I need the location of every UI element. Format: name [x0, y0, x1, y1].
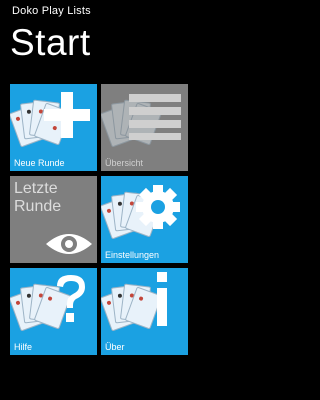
settings-tile[interactable]: Einstellungen: [101, 176, 188, 263]
help-tile[interactable]: Hilfe: [10, 268, 97, 355]
last-round-tile[interactable]: Letzte Runde: [10, 176, 97, 263]
eye-icon: [46, 234, 92, 254]
overview-label: Übersicht: [105, 158, 144, 168]
info-icon: [157, 272, 167, 326]
plus-icon: [44, 92, 90, 138]
question-mark-icon: [57, 275, 85, 322]
help-label: Hilfe: [14, 342, 33, 352]
gear-icon: [136, 185, 180, 229]
settings-label: Einstellungen: [105, 250, 160, 260]
list-icon: [129, 94, 181, 140]
about-label: Über: [105, 342, 125, 352]
app-title: Doko Play Lists: [12, 5, 91, 17]
last-round-text-line1: Letzte: [14, 180, 58, 197]
cards-image: [101, 280, 163, 334]
new-round-label: Neue Runde: [14, 158, 65, 168]
overview-tile[interactable]: Übersicht: [101, 84, 188, 171]
new-round-tile[interactable]: Neue Runde: [10, 84, 97, 171]
page-title: Start: [10, 22, 91, 63]
last-round-text-line2: Runde: [14, 198, 62, 215]
about-tile[interactable]: Über: [101, 268, 188, 355]
